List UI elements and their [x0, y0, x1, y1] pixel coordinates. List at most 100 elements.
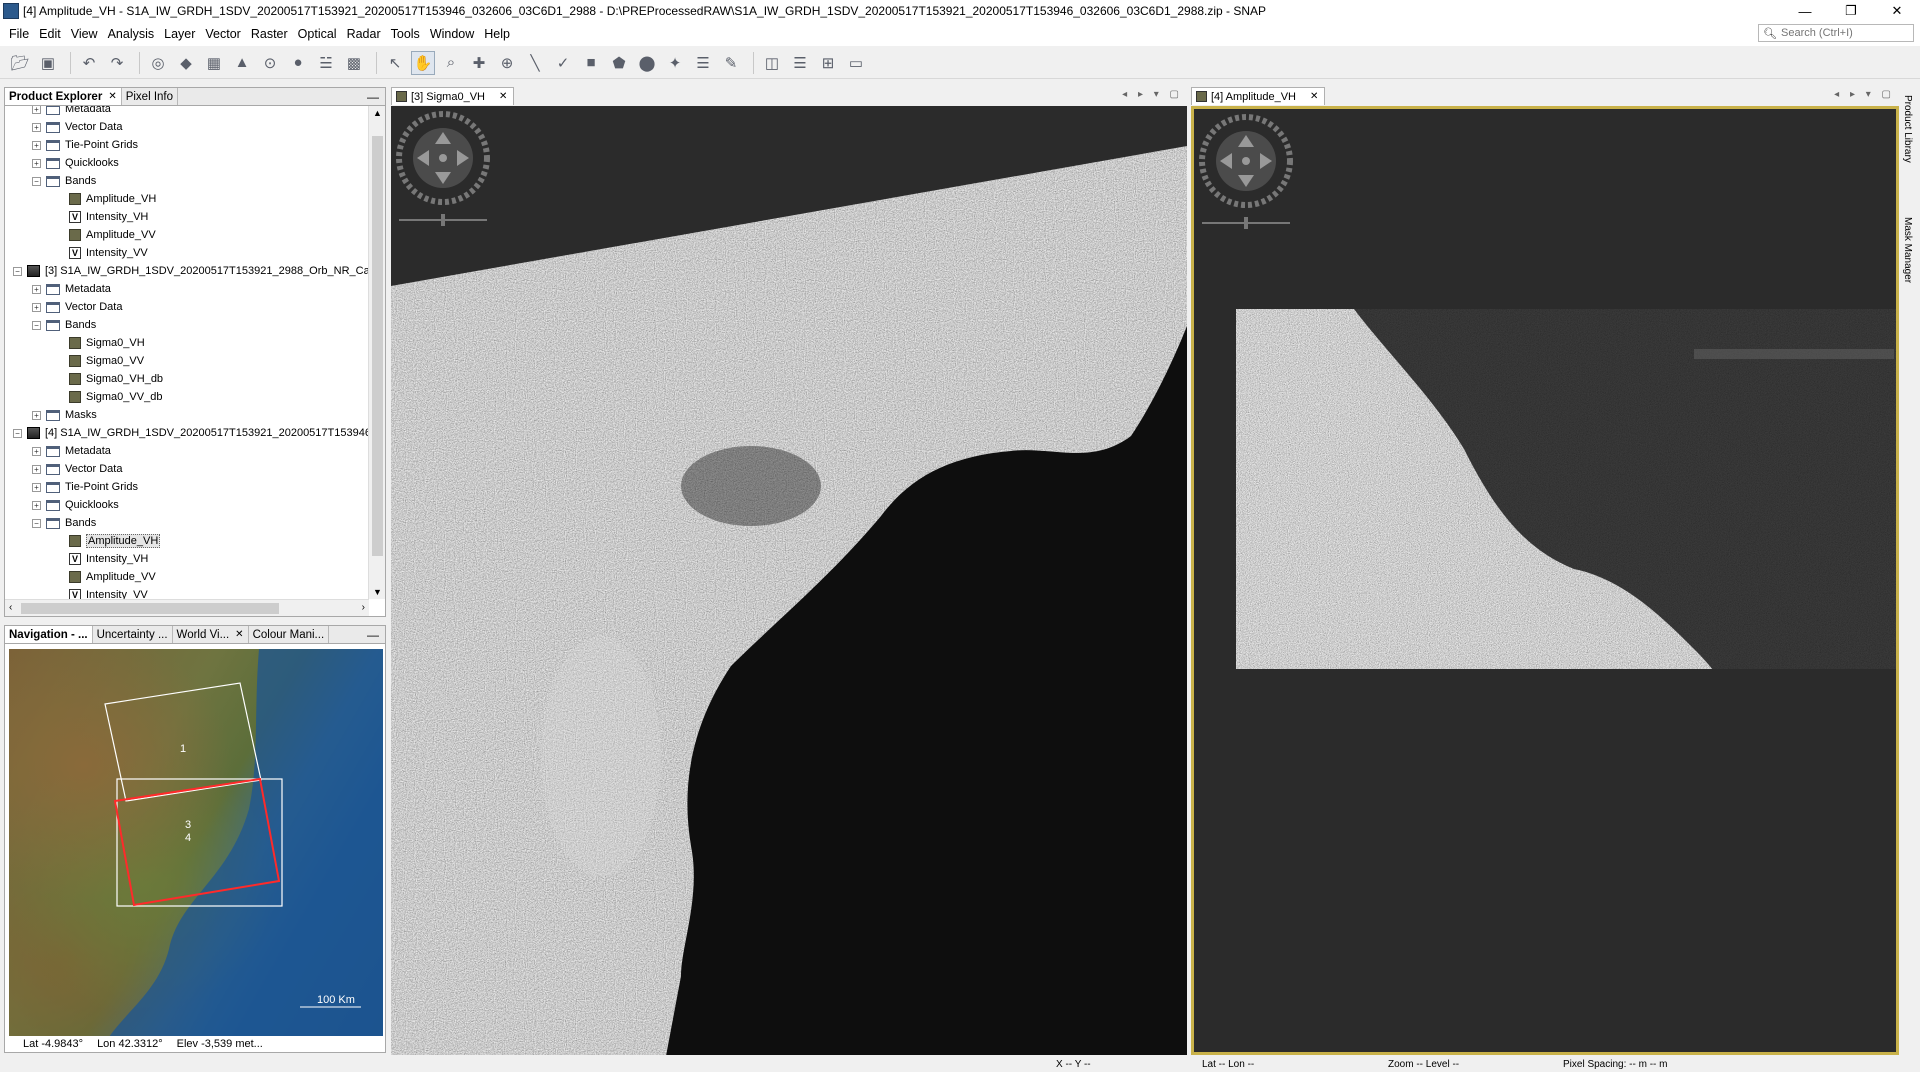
tree-row-metadata[interactable]: + Metadata [32, 442, 111, 460]
tree-row-tie-point-grids[interactable]: + Tie-Point Grids [32, 136, 138, 154]
tree-row-vector-data[interactable]: + Vector Data [32, 460, 122, 478]
menu-optical[interactable]: Optical [293, 27, 342, 41]
tree-row-amplitude-vv[interactable]: Amplitude_VV [69, 568, 156, 586]
measure-icon[interactable]: ✎ [719, 51, 743, 75]
menu-tools[interactable]: Tools [386, 27, 425, 41]
menu-edit[interactable]: Edit [34, 27, 66, 41]
tree-row-3-s1a-iw-grdh-1sdv-20200517t153921-2988-orb-nr-cal-s[interactable]: − [3] S1A_IW_GRDH_1SDV_20200517T153921_29… [13, 262, 369, 280]
tree-row-intensity-vv[interactable]: V Intensity_VV [69, 244, 148, 262]
layer-icon[interactable]: ▲ [230, 51, 254, 75]
side-tab-product-library[interactable]: Product Library [1902, 95, 1913, 163]
expander-icon[interactable]: − [13, 428, 22, 438]
tile-evenly-icon[interactable]: ◫ [760, 51, 784, 75]
expander-icon[interactable]: − [32, 518, 41, 528]
tree-row-masks[interactable]: + Masks [32, 406, 97, 424]
minimize-button[interactable]: — [1782, 0, 1828, 22]
image-canvas[interactable] [391, 106, 1187, 1055]
scroll-thumb[interactable] [21, 603, 279, 614]
expander-icon[interactable]: + [32, 500, 41, 510]
close-icon[interactable]: ✕ [499, 91, 507, 102]
menu-raster[interactable]: Raster [246, 27, 293, 41]
undo-icon[interactable]: ↶ [77, 51, 101, 75]
zoom-tool-icon[interactable]: ⌕ [439, 51, 463, 75]
mask-icon[interactable]: ▩ [342, 51, 366, 75]
tree-row-amplitude-vv[interactable]: Amplitude_VV [69, 226, 156, 244]
view-nav-controls[interactable]: ◂ ▸ ▾ ▢ [1834, 89, 1895, 100]
minimize-panel-icon[interactable]: — [367, 628, 379, 642]
save-product-icon[interactable]: ▣ [36, 51, 60, 75]
scroll-left-icon[interactable]: ‹ [9, 602, 12, 613]
draw-polygon-icon[interactable]: ⬟ [607, 51, 631, 75]
tree-row-intensity-vv[interactable]: V Intensity_VV [69, 586, 148, 599]
menu-layer[interactable]: Layer [159, 27, 200, 41]
search-input[interactable] [1781, 27, 1901, 39]
menu-vector[interactable]: Vector [200, 27, 245, 41]
tab-uncertainty[interactable]: Uncertainty ... [93, 626, 173, 643]
pan-tool-icon[interactable]: ✋ [411, 50, 435, 75]
graticule-icon[interactable]: ▦ [202, 51, 226, 75]
tree-row-quicklooks[interactable]: + Quicklooks [32, 496, 119, 514]
tree-row-vector-data[interactable]: + Vector Data [32, 298, 122, 316]
session-icon[interactable]: ◎ [146, 51, 170, 75]
restore-button[interactable]: ❐ [1828, 0, 1874, 22]
tree-row-intensity-vh[interactable]: V Intensity_VH [69, 208, 148, 226]
tile-single-icon[interactable]: ▭ [844, 51, 868, 75]
tree-row-sigma0-vh-db[interactable]: Sigma0_VH_db [69, 370, 163, 388]
gcp-placing-icon[interactable]: ⊕ [495, 51, 519, 75]
gcp-icon[interactable]: ⊙ [258, 51, 282, 75]
menu-help[interactable]: Help [479, 27, 515, 41]
expander-icon[interactable]: − [32, 320, 41, 330]
draw-polyline-icon[interactable]: ✓ [551, 51, 575, 75]
expander-icon[interactable]: − [32, 176, 41, 186]
world-map[interactable]: 1 3 4 100 Km [9, 649, 383, 1037]
scroll-up-icon[interactable]: ▲ [373, 108, 382, 118]
draw-ellipse-icon[interactable]: ⬤ [635, 51, 659, 75]
scroll-down-icon[interactable]: ▼ [373, 587, 382, 597]
tab-world-view[interactable]: World Vi... ✕ [173, 626, 249, 643]
select-tool-icon[interactable]: ↖ [383, 51, 407, 75]
tree-row-sigma0-vh[interactable]: Sigma0_VH [69, 334, 145, 352]
scroll-right-icon[interactable]: › [362, 602, 365, 613]
draw-rectangle-icon[interactable]: ■ [579, 51, 603, 75]
scroll-thumb[interactable] [372, 136, 383, 556]
tile-horizontal-icon[interactable]: ☰ [788, 51, 812, 75]
tree-horizontal-scrollbar[interactable]: ‹ › [5, 599, 369, 616]
expander-icon[interactable]: + [32, 446, 41, 456]
tree-row-intensity-vh[interactable]: V Intensity_VH [69, 550, 148, 568]
tab-amplitude-vh[interactable]: [4] Amplitude_VH ✕ [1191, 87, 1326, 105]
close-icon[interactable]: ✕ [235, 629, 243, 640]
menu-file[interactable]: File [4, 27, 34, 41]
expander-icon[interactable]: + [32, 410, 41, 420]
tab-navigation[interactable]: Navigation - ... [5, 626, 93, 643]
menu-radar[interactable]: Radar [342, 27, 386, 41]
draw-line-icon[interactable]: ╲ [523, 51, 547, 75]
tree-row-bands[interactable]: − Bands [32, 172, 96, 190]
tree-row-4-s1a-iw-grdh-1sdv-20200517t153921-20200517t153946[interactable]: − [4] S1A_IW_GRDH_1SDV_20200517T153921_20… [13, 424, 369, 442]
tab-product-explorer[interactable]: Product Explorer ✕ [5, 88, 122, 105]
range-finder-icon[interactable]: ☱ [314, 51, 338, 75]
close-icon[interactable]: ✕ [108, 91, 116, 102]
redo-icon[interactable]: ↷ [105, 51, 129, 75]
tile-vertical-icon[interactable]: ⊞ [816, 51, 840, 75]
open-product-icon[interactable]: 📂︎ [8, 51, 32, 75]
tree-row-vector-data[interactable]: + Vector Data [32, 118, 122, 136]
minimize-panel-icon[interactable]: — [367, 90, 379, 104]
tree-row-tie-point-grids[interactable]: + Tie-Point Grids [32, 478, 138, 496]
tree-row-quicklooks[interactable]: + Quicklooks [32, 154, 119, 172]
expander-icon[interactable]: + [32, 464, 41, 474]
product-library-icon[interactable]: ◆ [174, 51, 198, 75]
menu-view[interactable]: View [66, 27, 103, 41]
magic-wand-icon[interactable]: ✦ [663, 51, 687, 75]
pin-placing-icon[interactable]: ✚ [467, 51, 491, 75]
tree-row-metadata[interactable]: + Metadata [32, 106, 111, 118]
tree-row-amplitude-vh[interactable]: Amplitude_VH [69, 532, 161, 550]
tree-row-bands[interactable]: − Bands [32, 316, 96, 334]
expander-icon[interactable]: + [32, 302, 41, 312]
expander-icon[interactable]: + [32, 106, 41, 114]
tree-row-bands[interactable]: − Bands [32, 514, 96, 532]
tab-sigma0-vh[interactable]: [3] Sigma0_VH ✕ [391, 87, 515, 105]
menu-window[interactable]: Window [425, 27, 479, 41]
pan-rotate-navigator[interactable] [395, 110, 491, 226]
expander-icon[interactable]: + [32, 122, 41, 132]
expander-icon[interactable]: + [32, 482, 41, 492]
